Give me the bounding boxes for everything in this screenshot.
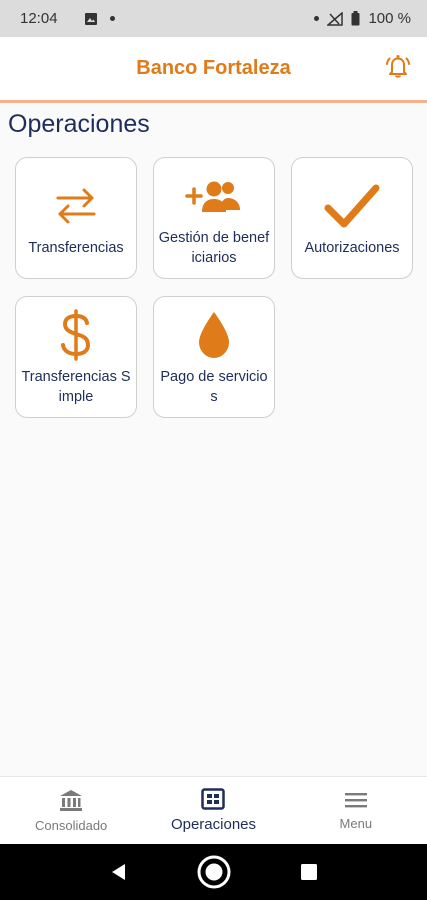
home-icon[interactable] <box>197 855 231 889</box>
bank-icon <box>60 790 83 811</box>
status-dot-icon <box>314 16 320 21</box>
back-icon[interactable] <box>109 862 129 882</box>
tile-label: Autorizaciones <box>304 240 400 256</box>
tile-transferencias-simple[interactable]: Transferencias Simple <box>15 296 137 418</box>
nav-item-consolidado[interactable]: Consolidado <box>0 777 142 844</box>
checkmark-icon <box>324 178 380 234</box>
tile-pago-servicios[interactable]: Pago de servicios <box>153 296 275 418</box>
hamburger-icon <box>344 793 367 808</box>
nav-label: Operaciones <box>170 816 257 833</box>
tile-transferencias[interactable]: Transferencias <box>15 157 137 279</box>
transfer-arrows-icon <box>54 178 98 234</box>
nav-label: Consolidado <box>35 818 108 833</box>
nav-item-menu[interactable]: Menu <box>285 777 427 844</box>
bell-ring-icon[interactable] <box>385 53 411 79</box>
tile-autorizaciones[interactable]: Autorizaciones <box>291 157 413 279</box>
battery-icon <box>351 11 360 26</box>
page-title: Operaciones <box>8 110 150 138</box>
bottom-nav: Consolidado Operaciones Menu <box>0 776 427 844</box>
tile-label: Gestión de beneficiarios <box>158 230 270 266</box>
tile-label: Pago de servicios <box>160 369 268 405</box>
recents-icon[interactable] <box>299 862 319 882</box>
dollar-icon <box>59 307 93 363</box>
battery-percent: 100 % <box>368 10 411 27</box>
drop-icon <box>197 307 231 363</box>
system-navigation-bar <box>0 844 427 900</box>
signal-icon <box>327 11 344 26</box>
gallery-notification-icon <box>84 12 97 25</box>
add-group-icon <box>184 168 244 224</box>
nav-label: Menu <box>339 816 373 831</box>
nav-item-operaciones[interactable]: Operaciones <box>142 777 284 844</box>
app-header: Banco Fortaleza <box>0 37 427 103</box>
tile-gestion-beneficiarios[interactable]: Gestión de beneficiarios <box>153 157 275 279</box>
notification-dot-icon <box>109 16 115 21</box>
status-bar: 12:04 100 % <box>0 0 427 37</box>
app-title: Banco Fortaleza <box>136 57 291 79</box>
status-time: 12:04 <box>20 10 58 27</box>
dashboard-icon <box>201 788 226 810</box>
tile-label: Transferencias <box>28 240 124 256</box>
tile-label: Transferencias Simple <box>21 369 131 405</box>
